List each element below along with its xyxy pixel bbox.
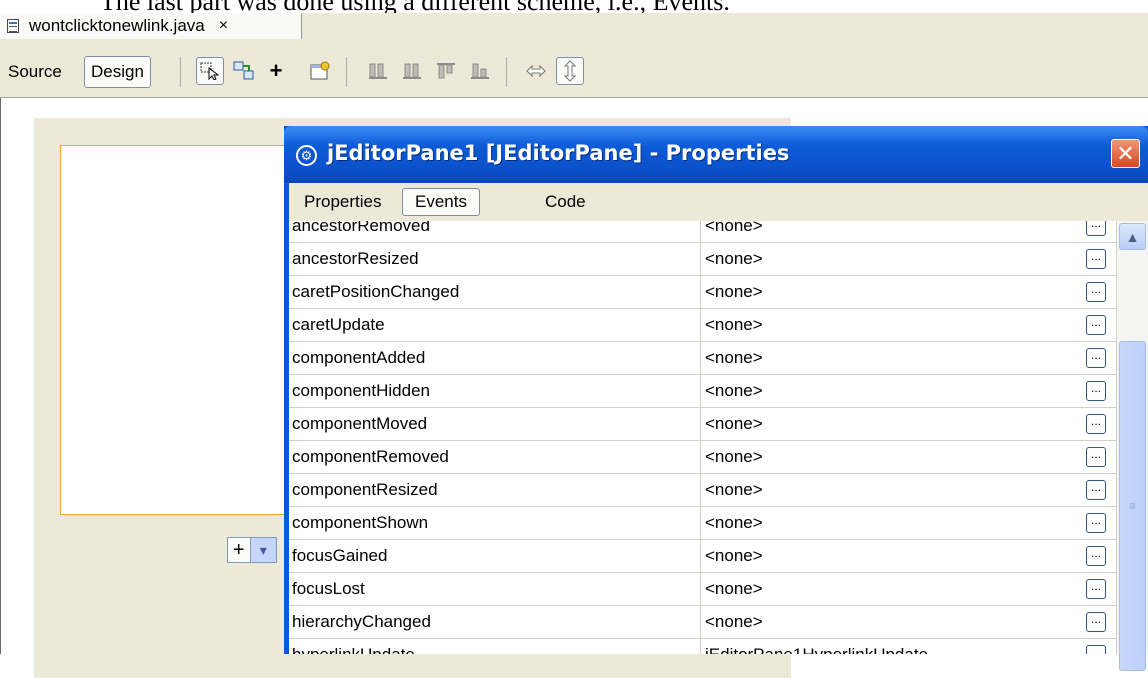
event-handler-value[interactable]: <none> xyxy=(705,606,1085,638)
tab-events[interactable]: Events xyxy=(402,188,480,216)
horizontal-resize-icon[interactable] xyxy=(522,57,550,85)
events-grid: ancestorRemoved <none>... ancestorResized <… xyxy=(289,221,1116,654)
event-handler-value[interactable]: <none> xyxy=(705,441,1085,473)
source-button[interactable]: Source xyxy=(2,56,68,88)
ellipsis-button[interactable]: ... xyxy=(1086,513,1106,533)
event-row[interactable]: ancestorResized <none>... xyxy=(289,243,1116,276)
align-left-icon[interactable] xyxy=(364,57,392,85)
event-row[interactable]: componentMoved <none>... xyxy=(289,408,1116,441)
event-handler-value[interactable]: <none> xyxy=(705,309,1085,341)
properties-body: Properties Events Code ancestorRemoved <n… xyxy=(289,183,1148,671)
event-name: hyperlinkUpdate xyxy=(292,639,701,654)
properties-window: ⚙ jEditorPane1 [JEditorPane] - Propertie… xyxy=(284,126,1148,671)
event-handler-value[interactable]: <none> xyxy=(705,276,1085,308)
event-name: componentResized xyxy=(292,474,701,506)
ellipsis-button[interactable]: ... xyxy=(1086,381,1106,401)
ellipsis-button[interactable]: ... xyxy=(1086,315,1106,335)
event-row[interactable]: focusGained <none>... xyxy=(289,540,1116,573)
event-row[interactable]: hierarchyChanged <none>... xyxy=(289,606,1116,639)
event-row[interactable]: caretUpdate <none>... xyxy=(289,309,1116,342)
event-handler-value[interactable]: <none> xyxy=(705,408,1085,440)
toolbar-separator xyxy=(180,57,181,87)
event-row[interactable]: hyperlinkUpdate jEditorPane1HyperlinkUpda… xyxy=(289,639,1116,654)
event-name: focusLost xyxy=(292,573,701,605)
event-row[interactable]: caretPositionChanged <none>... xyxy=(289,276,1116,309)
event-handler-value[interactable]: <none> xyxy=(705,221,1085,242)
event-name: componentRemoved xyxy=(292,441,701,473)
close-tab-icon[interactable]: × xyxy=(219,17,228,35)
ellipsis-button[interactable]: ... xyxy=(1086,612,1106,632)
event-row[interactable]: componentResized <none>... xyxy=(289,474,1116,507)
window-title: jEditorPane1 [JEditorPane] - Properties xyxy=(327,141,790,165)
event-name: caretUpdate xyxy=(292,309,701,341)
design-toolbar: Source Design + xyxy=(0,39,1148,98)
event-name: caretPositionChanged xyxy=(292,276,701,308)
event-name: componentMoved xyxy=(292,408,701,440)
align-right-icon[interactable] xyxy=(398,57,426,85)
event-row[interactable]: focusLost <none>... xyxy=(289,573,1116,606)
ellipsis-button[interactable]: ... xyxy=(1086,480,1106,500)
event-name: focusGained xyxy=(292,540,701,572)
ellipsis-button[interactable]: ... xyxy=(1086,282,1106,302)
java-file-icon xyxy=(7,19,19,33)
event-row[interactable]: componentShown <none>... xyxy=(289,507,1116,540)
ellipsis-button[interactable]: ... xyxy=(1086,645,1106,654)
event-handler-value[interactable]: jEditorPane1HyperlinkUpdate xyxy=(705,639,1085,654)
event-name: componentHidden xyxy=(292,375,701,407)
ellipsis-button[interactable]: ... xyxy=(1086,579,1106,599)
ellipsis-button[interactable]: ... xyxy=(1086,447,1106,467)
selected-editor-pane[interactable] xyxy=(60,145,310,515)
event-row[interactable]: componentRemoved <none>... xyxy=(289,441,1116,474)
event-name: componentShown xyxy=(292,507,701,539)
toolbar-separator xyxy=(346,57,347,87)
design-button[interactable]: Design xyxy=(84,56,151,88)
ellipsis-button[interactable]: ... xyxy=(1086,221,1106,236)
toolbar-separator xyxy=(506,57,507,87)
event-handler-value[interactable]: <none> xyxy=(705,474,1085,506)
editor-tab-bar: wontclicktonewlink.java × xyxy=(0,13,1148,40)
ellipsis-button[interactable]: ... xyxy=(1086,546,1106,566)
event-handler-value[interactable]: <none> xyxy=(705,573,1085,605)
connection-mode-icon[interactable] xyxy=(230,57,258,85)
plus-icon: + xyxy=(232,539,245,561)
window-icon: ⚙ xyxy=(296,145,317,166)
file-tab-label: wontclicktonewlink.java xyxy=(29,16,205,35)
preview-design-icon[interactable] xyxy=(306,57,334,85)
scroll-up-icon[interactable]: ▲ xyxy=(1119,223,1146,250)
event-row[interactable]: componentHidden <none>... xyxy=(289,375,1116,408)
chevron-down-icon[interactable]: ▾ xyxy=(249,538,276,562)
align-top-icon[interactable] xyxy=(432,57,460,85)
add-component-dropdown[interactable]: + ▾ xyxy=(227,537,277,563)
event-handler-value[interactable]: <none> xyxy=(705,540,1085,572)
add-component-icon[interactable]: + xyxy=(262,57,290,85)
properties-titlebar[interactable]: ⚙ jEditorPane1 [JEditorPane] - Propertie… xyxy=(284,126,1148,183)
tab-properties[interactable]: Properties xyxy=(296,188,389,216)
file-tab[interactable]: wontclicktonewlink.java × xyxy=(0,13,302,39)
event-row[interactable]: componentAdded <none>... xyxy=(289,342,1116,375)
event-row[interactable]: ancestorRemoved <none>... xyxy=(289,221,1116,243)
event-handler-value[interactable]: <none> xyxy=(705,243,1085,275)
ellipsis-button[interactable]: ... xyxy=(1086,348,1106,368)
event-handler-value[interactable]: <none> xyxy=(705,342,1085,374)
selection-mode-icon[interactable] xyxy=(196,57,224,85)
ellipsis-button[interactable]: ... xyxy=(1086,249,1106,269)
vertical-resize-icon[interactable] xyxy=(556,57,584,85)
event-name: hierarchyChanged xyxy=(292,606,701,638)
align-bottom-icon[interactable] xyxy=(466,57,494,85)
event-handler-value[interactable]: <none> xyxy=(705,375,1085,407)
event-name: ancestorRemoved xyxy=(292,221,701,242)
event-name: ancestorResized xyxy=(292,243,701,275)
scroll-thumb[interactable]: ≡ xyxy=(1119,341,1146,671)
event-name: componentAdded xyxy=(292,342,701,374)
close-window-button[interactable]: ✕ xyxy=(1111,139,1140,168)
vertical-scrollbar[interactable]: ▲ ≡ xyxy=(1116,221,1148,671)
ellipsis-button[interactable]: ... xyxy=(1086,414,1106,434)
event-handler-value[interactable]: <none> xyxy=(705,507,1085,539)
tab-code[interactable]: Code xyxy=(537,188,594,216)
